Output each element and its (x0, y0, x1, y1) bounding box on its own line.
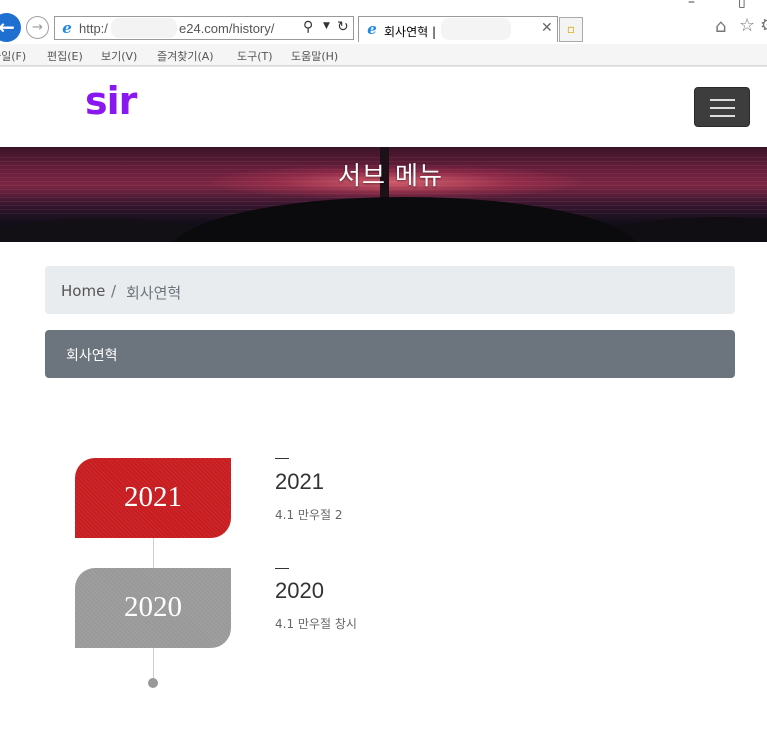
menu-view[interactable]: 보기(V) (101, 48, 137, 64)
breadcrumb-home-link[interactable]: Home (61, 282, 105, 300)
maximize-icon[interactable]: ▯ (738, 0, 746, 10)
breadcrumb-current: 회사연혁 (126, 284, 182, 302)
timeline-year: 2021 (275, 469, 324, 494)
ie-icon: e (62, 19, 72, 37)
address-prefix: http:/ (79, 21, 108, 36)
timeline-end-dot (148, 678, 158, 688)
home-icon[interactable]: ⌂ (715, 16, 726, 37)
year-badge-2021: 2021 (75, 458, 231, 538)
section-header: 회사연혁 (45, 330, 735, 378)
site-header: sir (0, 66, 767, 147)
menu-tools[interactable]: 도구(T) (237, 48, 273, 64)
timeline-dash (275, 568, 289, 569)
close-icon[interactable]: ✕ (541, 20, 553, 36)
redacted-region (111, 18, 177, 38)
new-tab-icon[interactable]: ▫ (559, 17, 583, 42)
ie-icon: e (367, 20, 377, 38)
year-badge-2020: 2020 (75, 568, 231, 648)
menu-bar-line (710, 107, 735, 109)
back-arrow-icon[interactable]: ← (0, 13, 21, 42)
gear-icon[interactable]: ⚙ (760, 15, 767, 36)
section-title: 회사연혁 (66, 348, 118, 364)
timeline-year: 2020 (275, 578, 324, 603)
timeline-event: 4.1 만우절 2 (275, 508, 343, 522)
address-url: e24.com/history/ (179, 21, 275, 36)
browser-tab[interactable]: e 회사연혁 | ✕ (358, 16, 558, 42)
tab-title: 회사연혁 | (384, 25, 437, 39)
menu-file[interactable]: 파일(F) (0, 48, 26, 64)
menu-bar: 파일(F) 편집(E) 보기(V) 즐겨찾기(A) 도구(T) 도움말(H) (0, 44, 767, 66)
redacted-region (441, 18, 511, 40)
search-icon[interactable]: ⚲ (303, 19, 313, 35)
site-logo[interactable]: sir (85, 79, 137, 123)
menu-bar-line (710, 99, 735, 101)
menu-help[interactable]: 도움말(H) (291, 48, 338, 64)
address-bar[interactable]: e http:/ e24.com/history/ ⚲ ▼ ↻ (54, 16, 354, 40)
minimize-icon[interactable]: – (688, 0, 695, 10)
timeline-dash (275, 458, 289, 459)
banner-title: 서브 메뉴 (338, 161, 443, 190)
menu-bar-line (710, 115, 735, 117)
hero-banner: 서브 메뉴 (0, 147, 767, 242)
breadcrumb-separator: / (111, 282, 117, 300)
browser-chrome: – ▯ ← → e http:/ e24.com/history/ ⚲ ▼ ↻ … (0, 0, 767, 66)
chevron-down-icon[interactable]: ▼ (323, 21, 330, 31)
forward-arrow-icon[interactable]: → (26, 16, 49, 39)
menu-edit[interactable]: 편집(E) (47, 48, 83, 64)
breadcrumb: Home / 회사연혁 (45, 266, 735, 314)
timeline-event: 4.1 만우절 창시 (275, 617, 357, 631)
star-icon[interactable]: ☆ (739, 15, 755, 36)
menu-favorites[interactable]: 즐겨찾기(A) (157, 48, 214, 64)
refresh-icon[interactable]: ↻ (337, 19, 349, 35)
hamburger-menu-button[interactable] (694, 87, 750, 127)
